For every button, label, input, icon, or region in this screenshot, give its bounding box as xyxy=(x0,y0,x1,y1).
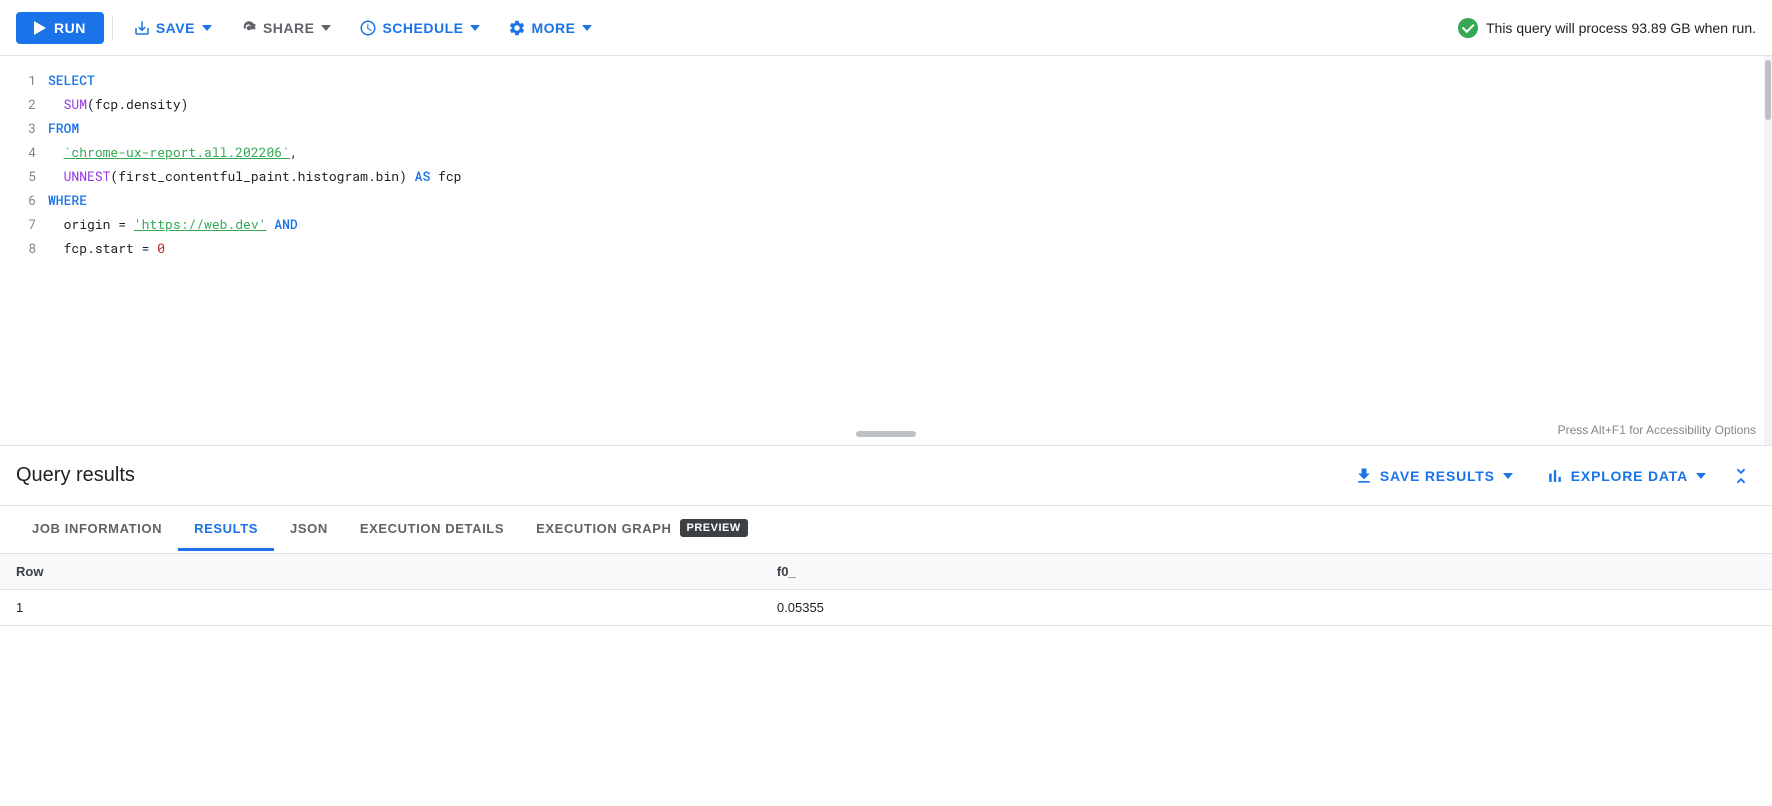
code-line-2: SUM(fcp.density) xyxy=(48,92,1772,116)
col-f0: f0_ xyxy=(761,554,1772,590)
explore-data-button[interactable]: EXPLORE DATA xyxy=(1533,458,1718,494)
expand-icon xyxy=(1730,465,1752,487)
tab-json[interactable]: JSON xyxy=(274,509,344,551)
cell-f0-1: 0.05355 xyxy=(761,590,1772,626)
check-icon xyxy=(1458,18,1478,38)
code-line-5: UNNEST(first_contentful_paint.histogram.… xyxy=(48,164,1772,188)
explore-data-icon xyxy=(1545,466,1565,486)
save-results-button[interactable]: SAVE RESULTS xyxy=(1342,458,1525,494)
results-table: Row f0_ 1 0.05355 xyxy=(0,554,1772,626)
tab-results[interactable]: RESULTS xyxy=(178,509,274,551)
toolbar: RUN SAVE SHARE SCHEDULE MORE This xyxy=(0,0,1772,56)
results-actions: SAVE RESULTS EXPLORE DATA xyxy=(1342,458,1756,494)
results-table-container: Row f0_ 1 0.05355 xyxy=(0,554,1772,626)
separator xyxy=(112,16,113,40)
save-chevron-icon xyxy=(202,25,212,31)
share-button[interactable]: SHARE xyxy=(228,11,344,45)
more-button[interactable]: MORE xyxy=(496,11,604,45)
gear-icon xyxy=(508,19,526,37)
code-line-3: FROM xyxy=(48,116,1772,140)
share-chevron-icon xyxy=(321,25,331,31)
save-icon xyxy=(133,19,151,37)
editor-area[interactable]: 1 2 3 4 5 6 7 8 SELECT SUM(fcp.density) … xyxy=(0,56,1772,446)
cell-row-1: 1 xyxy=(0,590,761,626)
save-results-chevron-icon xyxy=(1503,473,1513,479)
tab-execution-details[interactable]: EXECUTION DETAILS xyxy=(344,509,520,551)
schedule-button[interactable]: SCHEDULE xyxy=(347,11,492,45)
code-editor[interactable]: SELECT SUM(fcp.density) FROM `chrome-ux-… xyxy=(48,56,1772,445)
run-button[interactable]: RUN xyxy=(16,12,104,44)
download-icon xyxy=(1354,466,1374,486)
tab-execution-graph[interactable]: EXECUTION GRAPH PREVIEW xyxy=(520,507,764,552)
expand-button[interactable] xyxy=(1726,461,1756,491)
share-icon xyxy=(240,19,258,37)
preview-badge: PREVIEW xyxy=(680,519,748,537)
accessibility-hint: Press Alt+F1 for Accessibility Options xyxy=(1558,423,1756,437)
code-line-4: `chrome-ux-report.all.202206`, xyxy=(48,140,1772,164)
table-header-row: Row f0_ xyxy=(0,554,1772,590)
play-icon xyxy=(34,21,46,35)
table-row: 1 0.05355 xyxy=(0,590,1772,626)
save-button[interactable]: SAVE xyxy=(121,11,224,45)
horizontal-scrollbar-hint xyxy=(856,431,916,437)
code-line-1: SELECT xyxy=(48,68,1772,92)
col-row: Row xyxy=(0,554,761,590)
results-header: Query results SAVE RESULTS EXPLORE DATA xyxy=(0,446,1772,506)
query-info: This query will process 93.89 GB when ru… xyxy=(1458,18,1756,38)
results-title: Query results xyxy=(16,464,135,487)
line-numbers: 1 2 3 4 5 6 7 8 xyxy=(0,56,48,445)
tab-job-information[interactable]: JOB INFORMATION xyxy=(16,509,178,551)
tabs-bar: JOB INFORMATION RESULTS JSON EXECUTION D… xyxy=(0,506,1772,554)
code-line-7: origin = 'https://web.dev' AND xyxy=(48,212,1772,236)
more-chevron-icon xyxy=(582,25,592,31)
schedule-icon xyxy=(359,19,377,37)
code-line-8: fcp.start = 0 xyxy=(48,236,1772,260)
scrollbar-thumb xyxy=(1765,60,1771,120)
vertical-scrollbar[interactable] xyxy=(1764,56,1772,445)
explore-data-chevron-icon xyxy=(1696,473,1706,479)
code-line-6: WHERE xyxy=(48,188,1772,212)
schedule-chevron-icon xyxy=(470,25,480,31)
